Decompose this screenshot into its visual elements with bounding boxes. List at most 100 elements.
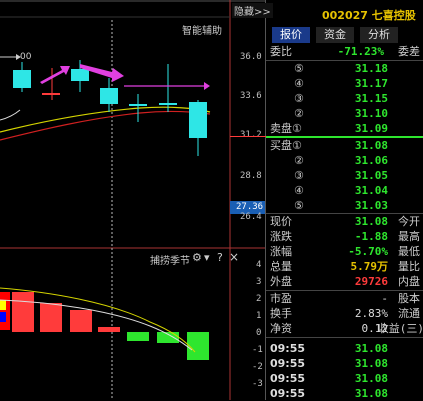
wei-bi-value: -71.23%: [337, 45, 384, 58]
bid-row: 买盘① 31.08: [266, 138, 423, 153]
divider-4: [266, 337, 423, 338]
candle-label: 00: [20, 52, 32, 62]
stat-row: 净资 0.12 收益(三): [266, 321, 423, 336]
bid-row: ④ 31.04: [266, 183, 423, 198]
tab-analysis[interactable]: 分析: [360, 27, 398, 43]
quote-label: 涨跌: [270, 230, 292, 243]
ask-row: ④ 31.17: [266, 76, 423, 91]
kline-svg: [0, 0, 265, 400]
tick-price: 31.08: [354, 342, 388, 355]
tab-funds[interactable]: 资金: [316, 27, 354, 43]
quote-label: 外盘: [270, 275, 292, 288]
indicator-tick-7: -3: [252, 379, 263, 389]
indicator-tick-3: 1: [256, 311, 262, 321]
quote-label2: 量比: [398, 260, 420, 273]
quote-label2: 内盘: [398, 275, 420, 288]
assist-label[interactable]: 智能辅助: [182, 22, 222, 37]
quote-value: -1.88: [354, 230, 388, 243]
ask-row: 卖盘① 31.09: [266, 121, 423, 136]
quote-row: 外盘 29726 内盘: [266, 274, 423, 289]
quote-value: -5.70%: [348, 245, 388, 258]
bid-level: ②: [294, 154, 304, 167]
candle-6: [159, 64, 177, 112]
tick-row: 09:55 31.08: [266, 356, 423, 371]
tick-price: 31.08: [354, 357, 388, 370]
ask-row: ⑤ 31.18: [266, 61, 423, 76]
tick-time: 09:55: [270, 342, 306, 355]
indicator-tick-6: -2: [252, 362, 263, 372]
stat-label: 市盈: [270, 292, 292, 305]
arrow-annotation-small: [0, 54, 21, 60]
ma-line-white: [0, 109, 21, 121]
ask-level: ④: [294, 77, 304, 90]
price-tick-2: 31.2: [240, 130, 262, 140]
wei-bi-row: 委比 -71.23% 委差: [266, 44, 423, 59]
quote-label: 涨幅: [270, 245, 292, 258]
wei-bi-label: 委比: [270, 45, 292, 58]
quote-label: 现价: [270, 215, 292, 228]
stock-code: 002027: [322, 9, 368, 22]
tick-time: 09:55: [270, 357, 306, 370]
quote-value: 31.08: [354, 215, 388, 228]
tick-price: 31.08: [354, 372, 388, 385]
tick-row: 09:55 31.08: [266, 371, 423, 386]
ask-price: 31.10: [354, 107, 388, 120]
candle-7: [189, 100, 207, 156]
quote-label2: 今开: [398, 215, 420, 228]
ask-level: ③: [294, 92, 304, 105]
bid-level: 买盘①: [270, 139, 302, 152]
stat-value: 2.83%: [354, 307, 388, 320]
ask-level: 卖盘①: [270, 122, 302, 135]
indicator-tick-2: 2: [256, 294, 262, 304]
quote-row: 涨幅 -5.70% 最低: [266, 244, 423, 259]
tick-row: 09:55 31.08: [266, 386, 423, 401]
gear-icon[interactable]: ⚙: [192, 251, 202, 264]
bid-row: ⑤ 31.03: [266, 198, 423, 213]
current-price-tag: 27.36: [236, 202, 264, 212]
ask-price: 31.17: [354, 77, 388, 90]
quote-value: 29726: [354, 275, 388, 288]
stat-label: 净资: [270, 322, 292, 335]
quote-row: 现价 31.08 今开: [266, 214, 423, 229]
spread-divider-red: [230, 136, 266, 137]
bid-row: ② 31.06: [266, 153, 423, 168]
stat-row: 换手 2.83% 流通: [266, 306, 423, 321]
stock-name: 七喜控股: [371, 9, 416, 22]
bid-price: 31.04: [354, 184, 388, 197]
hide-toggle[interactable]: 隐藏>>: [232, 3, 273, 18]
candle-1: [13, 62, 31, 92]
wei-cha-label: 委差: [398, 45, 420, 58]
quote-label2: 最低: [398, 245, 420, 258]
arrow-annotation-3: [124, 82, 210, 90]
ask-price: 31.15: [354, 92, 388, 105]
close-icon[interactable]: ×: [229, 250, 239, 264]
bid-row: ③ 31.05: [266, 168, 423, 183]
ask-row: ② 31.10: [266, 106, 423, 121]
indicator-label[interactable]: 捕捞季节: [150, 252, 190, 267]
ask-level: ②: [294, 107, 304, 120]
kline-chart-area[interactable]: 00 智能辅助 36.0 33.6 31.2 28.8 27.36 26.4 捕…: [0, 0, 265, 400]
tick-price: 31.08: [354, 387, 388, 400]
quote-value: 5.79万: [350, 260, 389, 273]
arrow-annotation-1: [40, 66, 70, 84]
stat-label2: 收益(三): [377, 322, 423, 335]
ask-level: ⑤: [294, 62, 304, 75]
stat-label2: 股本: [398, 292, 420, 305]
tab-quote[interactable]: 报价: [272, 27, 310, 43]
quote-label2: 最高: [398, 230, 420, 243]
ask-row: ③ 31.15: [266, 91, 423, 106]
indicator-tick-1: 3: [256, 277, 262, 287]
indicator-tick-4: 0: [256, 328, 262, 338]
ask-price: 31.09: [354, 122, 388, 135]
arrow-down-icon[interactable]: ▾: [204, 251, 210, 264]
tick-row: 09:55 31.08: [266, 341, 423, 356]
quote-row: 总量 5.79万 量比: [266, 259, 423, 274]
stat-label2: 流通: [398, 307, 420, 320]
help-icon[interactable]: ?: [217, 251, 223, 264]
ma-line-red: [0, 110, 211, 141]
price-tick-0: 36.0: [240, 52, 262, 62]
quote-label: 总量: [270, 260, 292, 273]
indicator-tick-0: 4: [256, 260, 262, 270]
price-tick-1: 33.6: [240, 91, 262, 101]
quote-panel: 隐藏>> 002027 七喜控股 报价 资金 分析 委比 -71.23% 委差 …: [230, 0, 423, 401]
